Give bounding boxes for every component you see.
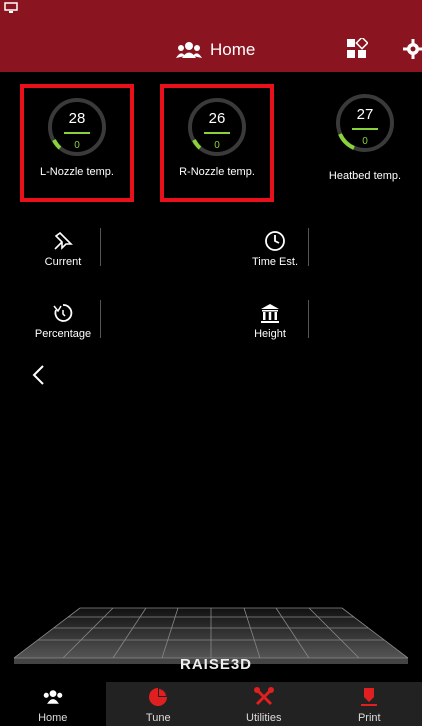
tab-label: Print xyxy=(357,712,381,724)
gauge-divider xyxy=(352,128,378,130)
chevron-left-icon[interactable] xyxy=(30,363,48,387)
tab-utilities[interactable]: Utilities xyxy=(211,682,317,726)
apps-icon[interactable] xyxy=(346,38,368,60)
gauge-setpoint: 0 xyxy=(214,140,220,151)
divider xyxy=(100,228,101,266)
brand-logo: RAISE3D xyxy=(179,656,253,673)
stat-current-label: Current xyxy=(44,256,82,268)
stat-time-est: Time Est. xyxy=(240,230,310,268)
heatbed-gauge[interactable]: 27 0 Heatbed temp. xyxy=(310,84,420,202)
stat-height-label: Height xyxy=(254,328,286,340)
stat-percentage: Percentage xyxy=(28,302,98,340)
tab-label: Tune xyxy=(145,712,171,724)
divider xyxy=(100,300,101,338)
gauge-setpoint: 0 xyxy=(362,136,368,147)
tab-label: Utilities xyxy=(246,712,282,724)
gauge-setpoint: 0 xyxy=(74,140,80,151)
tab-tune[interactable]: Tune xyxy=(105,682,211,726)
users-icon xyxy=(176,42,202,58)
l-nozzle-gauge[interactable]: 28 0 L-Nozzle temp. xyxy=(20,84,134,202)
stat-percentage-label: Percentage xyxy=(34,328,92,340)
monitor-icon xyxy=(4,2,18,13)
gear-icon[interactable] xyxy=(402,38,422,60)
gauge-label: Heatbed temp. xyxy=(328,170,402,182)
gauge-label: R-Nozzle temp. xyxy=(179,166,255,178)
stat-current: Current xyxy=(28,230,98,268)
users-icon xyxy=(43,690,63,704)
clock-icon xyxy=(265,231,285,251)
progress-icon xyxy=(53,304,73,322)
tab-home[interactable]: Home xyxy=(0,682,106,726)
tab-label: Home xyxy=(38,712,68,724)
divider xyxy=(308,228,309,266)
gauge-divider xyxy=(204,132,230,134)
building-icon xyxy=(261,304,279,323)
page-title-group: Home xyxy=(176,40,255,60)
stat-time-est-label: Time Est. xyxy=(251,256,299,268)
gauge-label: L-Nozzle temp. xyxy=(40,166,114,178)
gauge-value: 28 xyxy=(68,110,86,127)
pie-chart-icon xyxy=(149,688,168,706)
gauge-divider xyxy=(64,132,90,134)
stat-height: Height xyxy=(235,302,305,340)
gauge-value: 27 xyxy=(356,106,374,123)
gauge-dial: 27 0 xyxy=(334,92,396,154)
page-title: Home xyxy=(210,40,256,59)
r-nozzle-gauge[interactable]: 26 0 R-Nozzle temp. xyxy=(160,84,274,202)
pin-icon xyxy=(54,231,73,250)
tools-icon xyxy=(253,687,274,706)
bottom-nav: Home Tune Utilities Print xyxy=(0,682,422,726)
print-nozzle-icon xyxy=(361,688,378,706)
top-bar: Home xyxy=(0,0,422,72)
tab-print[interactable]: Print xyxy=(316,682,422,726)
divider xyxy=(308,300,309,338)
gauge-dial: 26 0 xyxy=(186,96,248,158)
gauge-value: 26 xyxy=(208,110,226,127)
gauge-dial: 28 0 xyxy=(46,96,108,158)
